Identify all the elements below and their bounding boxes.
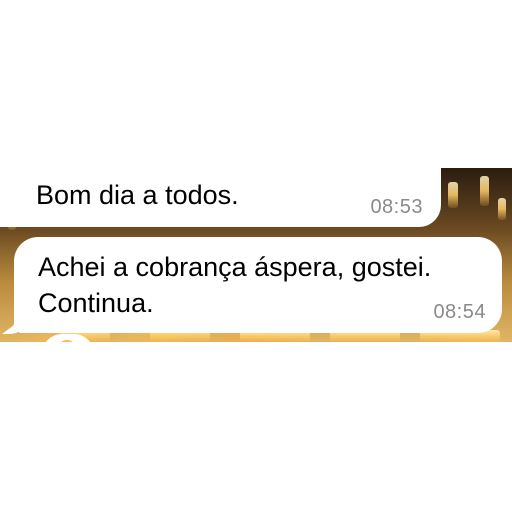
message-timestamp: 08:53 xyxy=(370,196,423,218)
chat-background: Bom dia a todos. 08:53 Achei a cobrança … xyxy=(0,168,512,342)
message-bubble[interactable]: Achei a cobrança áspera, gostei. Continu… xyxy=(14,237,502,333)
chat-screenshot: Bom dia a todos. 08:53 Achei a cobrança … xyxy=(0,0,512,512)
message-timestamp: 08:54 xyxy=(433,301,486,323)
message-text: Bom dia a todos. xyxy=(36,180,239,210)
background-light xyxy=(480,176,489,206)
background-light xyxy=(498,198,506,220)
message-bubble[interactable]: Bom dia a todos. 08:53 xyxy=(0,168,441,227)
background-light xyxy=(448,182,458,208)
message-text: Achei a cobrança áspera, gostei. Continu… xyxy=(38,252,432,318)
